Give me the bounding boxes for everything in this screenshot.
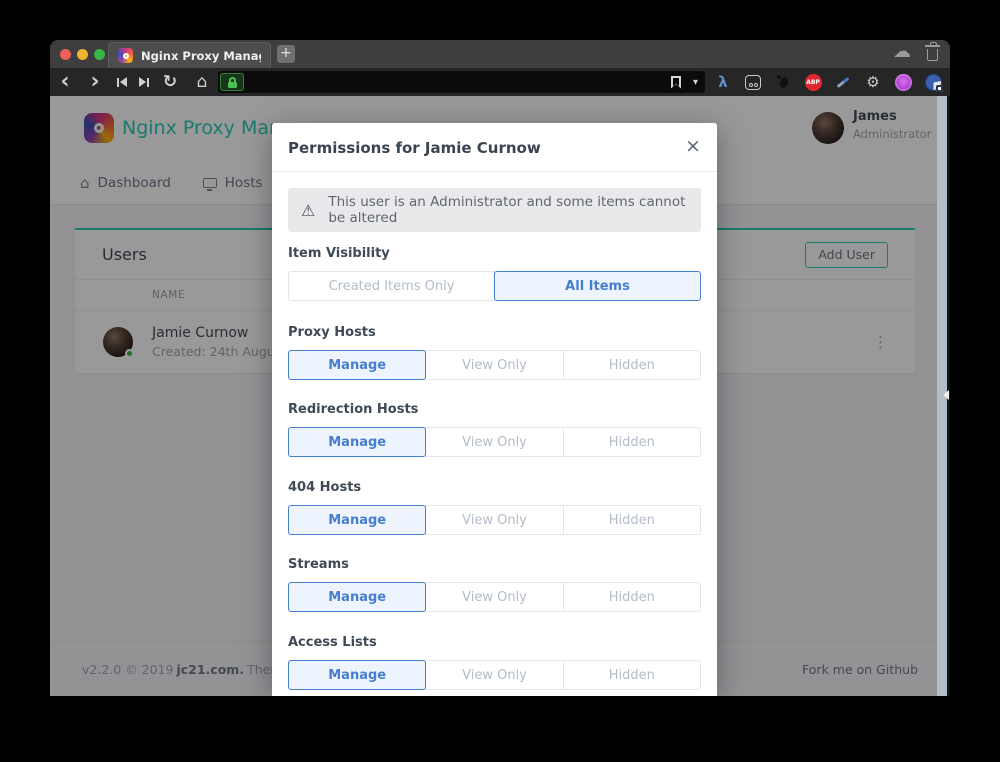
extension-goggles-icon[interactable] xyxy=(743,72,763,92)
bookmark-icon[interactable] xyxy=(671,76,681,89)
view-only-button[interactable]: View Only xyxy=(425,350,563,380)
alert-text: This user is an Administrator and some i… xyxy=(328,194,701,226)
window-minimize-button[interactable] xyxy=(77,49,88,60)
browser-tab[interactable]: Nginx Proxy Manager xyxy=(108,42,271,68)
extension-purple-icon[interactable] xyxy=(893,72,913,92)
browser-tab-bar: Nginx Proxy Manager + ☁ xyxy=(50,40,950,68)
view-only-button[interactable]: View Only xyxy=(425,505,563,535)
modal-body: ⚠ This user is an Administrator and some… xyxy=(288,172,701,696)
permission-group: Manage View Only Hidden xyxy=(288,660,701,690)
fast-forward-button[interactable] xyxy=(136,68,152,96)
bookmark-caret-icon[interactable]: ▾ xyxy=(693,77,698,88)
browser-toolbar: ‹ › ↻ ⌂ ▾ λ ABP ⚙ xyxy=(50,68,950,96)
hidden-button[interactable]: Hidden xyxy=(563,350,701,380)
extension-icons: λ ABP ⚙ xyxy=(713,68,943,96)
manage-button[interactable]: Manage xyxy=(288,505,426,535)
permission-group: Manage View Only Hidden xyxy=(288,505,701,535)
all-items-button[interactable]: All Items xyxy=(494,271,701,301)
extension-adblock-icon[interactable]: ABP xyxy=(803,72,823,92)
permissions-modal: Permissions for Jamie Curnow × ⚠ This us… xyxy=(272,123,717,696)
npm-favicon-icon xyxy=(118,48,133,63)
manage-button[interactable]: Manage xyxy=(288,660,426,690)
admin-warning-alert: ⚠ This user is an Administrator and some… xyxy=(288,188,701,232)
section-label: Access Lists xyxy=(288,635,377,650)
hidden-button[interactable]: Hidden xyxy=(563,660,701,690)
permission-group: Manage View Only Hidden xyxy=(288,350,701,380)
view-only-button[interactable]: View Only xyxy=(425,660,563,690)
section-label: Redirection Hosts xyxy=(288,402,418,417)
extension-clock-icon[interactable] xyxy=(923,72,943,92)
extension-footprint-icon[interactable] xyxy=(773,72,793,92)
modal-title: Permissions for Jamie Curnow xyxy=(288,139,541,157)
window-zoom-button[interactable] xyxy=(94,49,105,60)
new-tab-button[interactable]: + xyxy=(277,45,295,63)
desktop: Nginx Proxy Manager + ☁ ‹ › ↻ ⌂ ▾ xyxy=(0,0,1000,762)
section-label: 404 Hosts xyxy=(288,480,361,495)
closed-tabs-trash-icon[interactable] xyxy=(927,49,938,61)
item-visibility-label: Item Visibility xyxy=(288,246,390,261)
manage-button[interactable]: Manage xyxy=(288,427,426,457)
permission-group: Manage View Only Hidden xyxy=(288,582,701,612)
extension-pen-icon[interactable] xyxy=(833,72,853,92)
ssl-lock-icon[interactable] xyxy=(220,73,244,91)
rewind-button[interactable] xyxy=(114,68,130,96)
hidden-button[interactable]: Hidden xyxy=(563,427,701,457)
section-label: Streams xyxy=(288,557,349,572)
manage-button[interactable]: Manage xyxy=(288,582,426,612)
created-items-only-button[interactable]: Created Items Only xyxy=(288,271,495,301)
sync-cloud-icon[interactable]: ☁ xyxy=(893,41,911,62)
permission-group: Manage View Only Hidden xyxy=(288,427,701,457)
close-icon[interactable]: × xyxy=(682,135,704,157)
extension-lambda-icon[interactable]: λ xyxy=(713,72,733,92)
home-button[interactable]: ⌂ xyxy=(193,68,211,96)
window-close-button[interactable] xyxy=(60,49,71,60)
manage-button[interactable]: Manage xyxy=(288,350,426,380)
view-only-button[interactable]: View Only xyxy=(425,427,563,457)
hidden-button[interactable]: Hidden xyxy=(563,505,701,535)
view-only-button[interactable]: View Only xyxy=(425,582,563,612)
panel-toggle-arrow-icon[interactable] xyxy=(943,390,949,400)
warning-icon: ⚠ xyxy=(301,201,315,220)
hidden-button[interactable]: Hidden xyxy=(563,582,701,612)
section-label: Proxy Hosts xyxy=(288,325,376,340)
back-button[interactable]: ‹ xyxy=(57,68,73,96)
tab-title: Nginx Proxy Manager xyxy=(141,49,261,63)
reload-button[interactable]: ↻ xyxy=(161,68,179,96)
item-visibility-group: Created Items Only All Items xyxy=(288,271,701,301)
extension-gear-icon[interactable]: ⚙ xyxy=(863,72,883,92)
address-bar[interactable]: ▾ xyxy=(218,71,705,93)
modal-header: Permissions for Jamie Curnow × xyxy=(272,123,717,172)
forward-button[interactable]: › xyxy=(87,68,103,96)
browser-window: Nginx Proxy Manager + ☁ ‹ › ↻ ⌂ ▾ xyxy=(50,40,950,696)
